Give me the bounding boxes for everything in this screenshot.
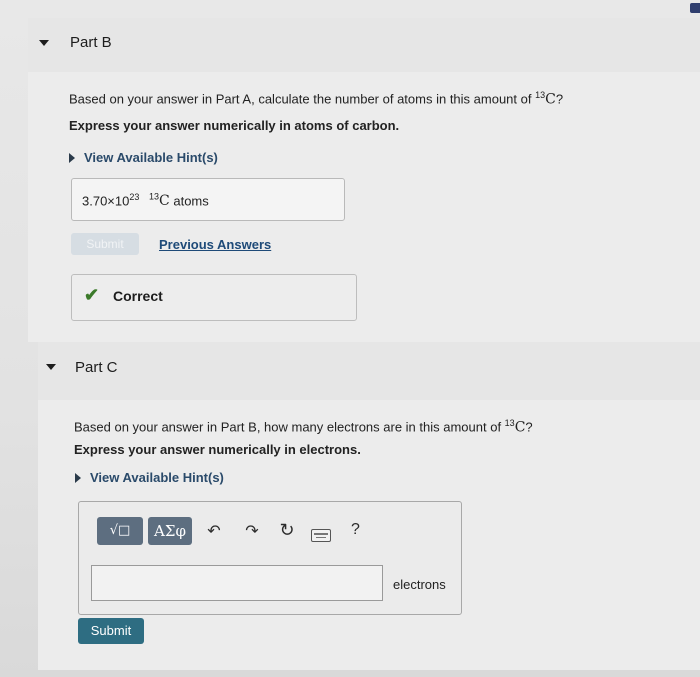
unit-label: electrons	[393, 577, 446, 592]
part-b-instruction: Express your answer numerically in atoms…	[69, 118, 400, 133]
templates-icon: √□	[109, 523, 131, 538]
help-button[interactable]: ?	[351, 521, 360, 539]
corner-icon[interactable]	[690, 3, 700, 13]
answer-unit: atoms	[173, 193, 209, 209]
part-c-question: Based on your answer in Part B, how many…	[74, 418, 533, 435]
math-editor: √□ ΑΣφ ↶ ↷ ↻ ? electrons	[78, 501, 462, 615]
part-c-hint-toggle[interactable]: View Available Hint(s)	[75, 470, 224, 485]
isotope-mass: 13	[535, 90, 546, 100]
isotope-symbol: C	[514, 419, 526, 436]
answer-input[interactable]	[91, 565, 383, 601]
part-c-submit-button[interactable]: Submit	[78, 618, 144, 644]
part-b-title: Part B	[70, 34, 112, 51]
check-icon: ✔	[84, 285, 100, 305]
part-c-title: Part C	[75, 359, 118, 376]
keyboard-icon[interactable]	[311, 529, 331, 542]
isotope-symbol: C	[545, 91, 556, 108]
question-mark: ?	[555, 91, 564, 107]
answer-mantissa: 3.70×10	[82, 193, 130, 209]
part-b-answer-display: 3.70×1023 13C atoms	[71, 178, 345, 221]
question-mark: ?	[525, 419, 533, 435]
symbols-button[interactable]: ΑΣφ	[148, 517, 192, 545]
feedback-text: Correct	[113, 288, 163, 304]
hint-label: View Available Hint(s)	[84, 150, 218, 165]
collapse-caret-icon[interactable]	[46, 364, 56, 370]
part-c-instruction: Express your answer numerically in elect…	[74, 442, 361, 457]
answer-isotope-symbol: C	[159, 193, 170, 210]
correct-feedback: ✔ Correct	[71, 274, 357, 321]
expand-triangle-icon	[69, 152, 75, 163]
part-b-header[interactable]	[28, 18, 700, 72]
collapse-caret-icon[interactable]	[39, 40, 49, 46]
part-b-hint-toggle[interactable]: View Available Hint(s)	[69, 150, 218, 165]
hint-label: View Available Hint(s)	[90, 470, 224, 485]
reset-icon[interactable]: ↻	[276, 520, 298, 541]
isotope-mass: 13	[504, 418, 515, 428]
part-c-header[interactable]	[38, 342, 700, 400]
question-text: Based on your answer in Part A, calculat…	[69, 91, 536, 107]
answer-value: 3.70×1023 13C atoms	[82, 192, 209, 209]
expand-triangle-icon	[75, 472, 81, 483]
question-text: Based on your answer in Part B, how many…	[74, 419, 505, 435]
answer-isotope-mass: 13	[149, 192, 160, 202]
templates-button[interactable]: √□	[97, 517, 143, 545]
part-b-question: Based on your answer in Part A, calculat…	[69, 90, 563, 107]
answer-exponent: 23	[129, 192, 140, 202]
undo-icon[interactable]: ↶	[203, 521, 225, 541]
redo-icon[interactable]: ↷	[241, 521, 263, 541]
part-b-submit-button[interactable]: Submit	[71, 233, 139, 255]
previous-answers-link[interactable]: Previous Answers	[159, 237, 271, 252]
